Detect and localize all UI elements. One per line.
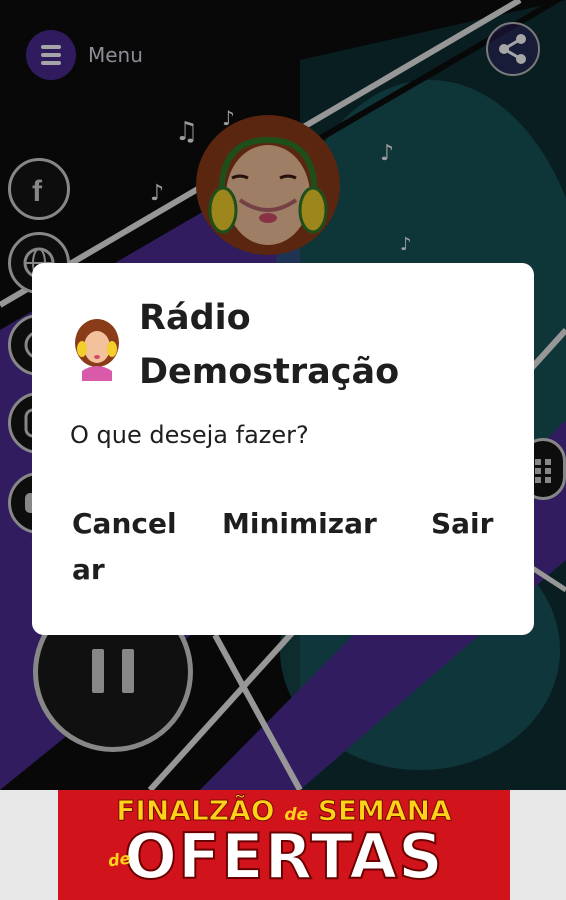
ad-text-de-small: de bbox=[106, 848, 132, 871]
exit-dialog: Rádio Demostração O que deseja fazer? Ca… bbox=[32, 263, 534, 635]
ad-banner[interactable]: FINALZÃO de SEMANA OFERTAS de bbox=[0, 790, 566, 900]
app-logo-icon bbox=[75, 319, 119, 381]
cancel-button[interactable]: Cancelar bbox=[72, 501, 184, 593]
exit-button[interactable]: Sair bbox=[431, 501, 493, 547]
ad-image: FINALZÃO de SEMANA OFERTAS de bbox=[58, 790, 510, 900]
dialog-title: Rádio Demostração bbox=[139, 298, 400, 392]
dialog-message: O que deseja fazer? bbox=[70, 421, 309, 449]
minimize-button[interactable]: Minimizar bbox=[222, 501, 377, 547]
